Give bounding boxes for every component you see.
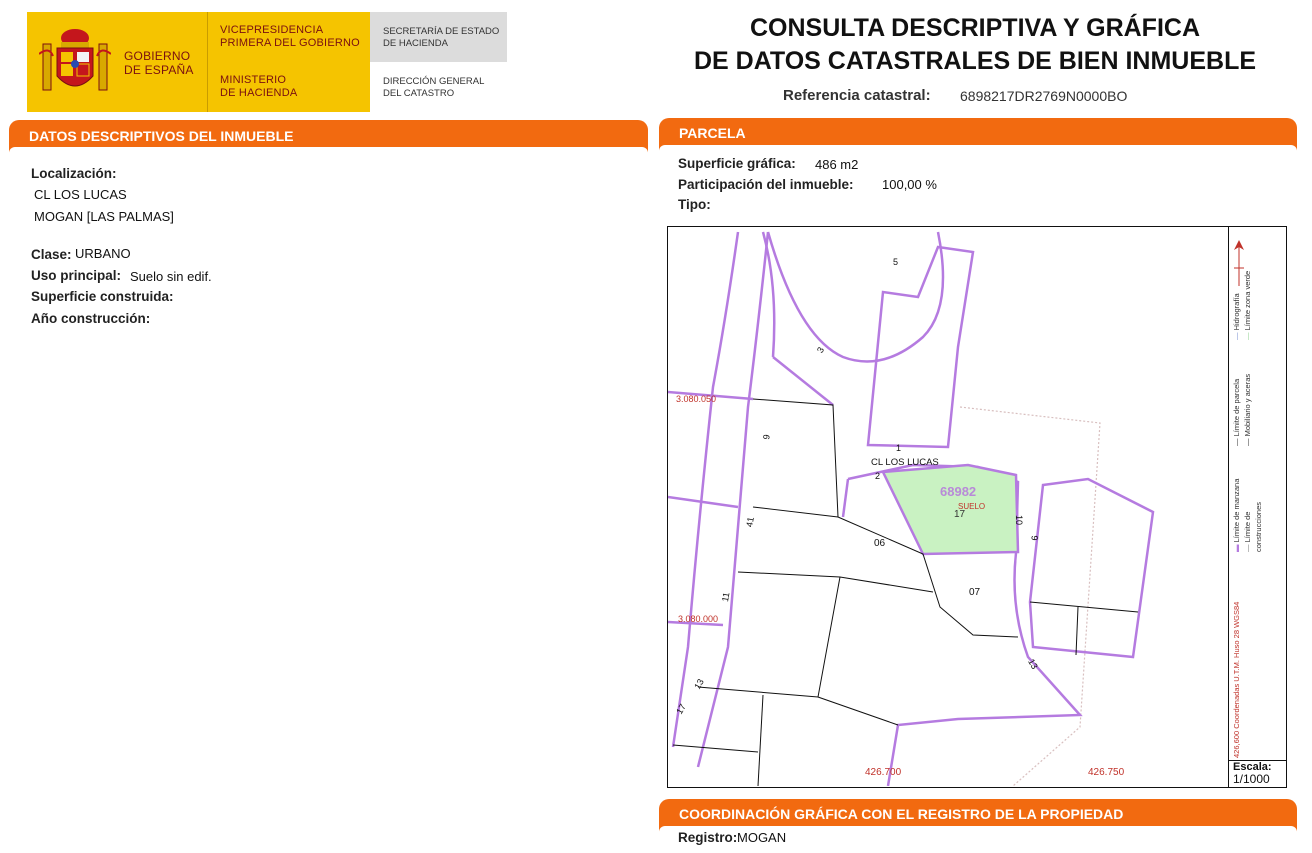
map-label: 2 bbox=[875, 471, 881, 481]
map-label: 06 bbox=[874, 538, 886, 549]
street-label: CL LOS LUCAS bbox=[871, 457, 939, 468]
secretaria-label: SECRETARÍA DE ESTADO DE HACIENDA bbox=[383, 26, 500, 49]
coat-of-arms-icon bbox=[39, 29, 111, 91]
parcel-id-label: 68982 bbox=[940, 484, 977, 499]
registro-label: Registro: bbox=[678, 830, 738, 845]
legend-parcela: — Límite de parcela bbox=[1232, 378, 1241, 446]
section-header-descriptivos: DATOS DESCRIPTIVOS DEL INMUEBLE bbox=[9, 120, 648, 153]
secretaria-box: SECRETARÍA DE ESTADO DE HACIENDA bbox=[370, 12, 507, 62]
legend-row: 426,600 Coordenadas U.T.M. Huso 28 WGS84… bbox=[1231, 240, 1242, 760]
uso-label: Uso principal: bbox=[31, 268, 122, 283]
legend-row: — Límite de construcciones — Mobiliario … bbox=[1242, 240, 1264, 760]
participacion-value: 100,00 % bbox=[882, 177, 937, 192]
y-coord-label: 3.080.050 bbox=[676, 394, 717, 404]
superficie-grafica-label: Superficie gráfica: bbox=[678, 156, 796, 171]
legend-manzana: ▬ Límite de manzana bbox=[1232, 478, 1241, 552]
clase-value: URBANO bbox=[75, 246, 131, 261]
section-header-coordinacion: COORDINACIÓN GRÁFICA CON EL REGISTRO DE … bbox=[659, 799, 1297, 832]
map-label: 41 bbox=[744, 516, 756, 528]
anio-construccion-label: Año construcción: bbox=[31, 311, 151, 326]
direccion-general-label: DIRECCIÓN GENERAL DEL CATASTRO bbox=[383, 76, 485, 99]
superficie-construida-label: Superficie construida: bbox=[31, 289, 174, 304]
clase-label: Clase: bbox=[31, 247, 72, 262]
y-coord-label: 3.080.000 bbox=[678, 614, 719, 624]
scale-value: 1/1000 bbox=[1233, 772, 1270, 786]
map-drawing bbox=[668, 231, 1155, 786]
registro-value: MOGAN bbox=[737, 830, 787, 845]
map-legend: 426,600 Coordenadas U.T.M. Huso 28 WGS84… bbox=[1228, 226, 1288, 760]
selected-parcel bbox=[881, 463, 1020, 556]
x-coord-label: 426.700 bbox=[865, 767, 902, 778]
parcel-num-label: 17 bbox=[954, 509, 966, 520]
localizacion-label: Localización: bbox=[31, 166, 117, 181]
legend-rotated: 426,600 Coordenadas U.T.M. Huso 28 WGS84… bbox=[1231, 240, 1263, 760]
vicepresidencia-label: VICEPRESIDENCIA PRIMERA DEL GOBIERNO bbox=[220, 24, 360, 49]
legend-mobiliario: — Mobiliario y aceras bbox=[1243, 373, 1252, 446]
map-label: 1 bbox=[896, 443, 902, 453]
participacion-label: Participación del inmueble: bbox=[678, 177, 854, 192]
uso-value: Suelo sin edif. bbox=[130, 269, 212, 284]
page-title: CONSULTA DESCRIPTIVA Y GRÁFICA DE DATOS C… bbox=[693, 14, 1257, 75]
section-header-parcela: PARCELA bbox=[659, 118, 1297, 151]
ref-catastral-value: 6898217DR2769N0000BO bbox=[960, 88, 1128, 104]
map-label: 07 bbox=[969, 587, 981, 598]
legend-zona-verde: — Límite zona verde bbox=[1243, 270, 1252, 340]
map-label: 5 bbox=[893, 257, 899, 267]
legend-hidrografia: — Hidrografía bbox=[1232, 293, 1241, 340]
gobierno-label: GOBIERNO DE ESPAÑA bbox=[124, 49, 194, 77]
government-logo: GOBIERNO DE ESPAÑA VICEPRESIDENCIA PRIMERA… bbox=[27, 12, 370, 112]
tipo-label: Tipo: bbox=[678, 197, 711, 212]
ref-catastral-label: Referencia catastral: bbox=[783, 87, 931, 104]
legend-construcciones: — Límite de construcciones bbox=[1243, 501, 1263, 552]
localizacion-street: CL LOS LUCAS bbox=[34, 187, 127, 202]
ministerio-label: MINISTERIO DE HACIENDA bbox=[220, 74, 298, 99]
scale-box: Escala: 1/1000 bbox=[1228, 760, 1287, 788]
coords-note: 426,600 Coordenadas U.T.M. Huso 28 WGS84 bbox=[1232, 601, 1241, 758]
map-label: 11 bbox=[719, 591, 732, 603]
x-coord-label: 426.750 bbox=[1088, 767, 1125, 778]
superficie-grafica-value: 486 m2 bbox=[815, 157, 859, 172]
map-label: 9 bbox=[1029, 535, 1040, 541]
map-label: 10 bbox=[1014, 514, 1025, 526]
localizacion-municipio: MOGAN [LAS PALMAS] bbox=[34, 209, 174, 224]
cadastral-map: CL LOS LUCAS 68982 SUELO 17 5 3 9 41 11 … bbox=[667, 226, 1287, 788]
